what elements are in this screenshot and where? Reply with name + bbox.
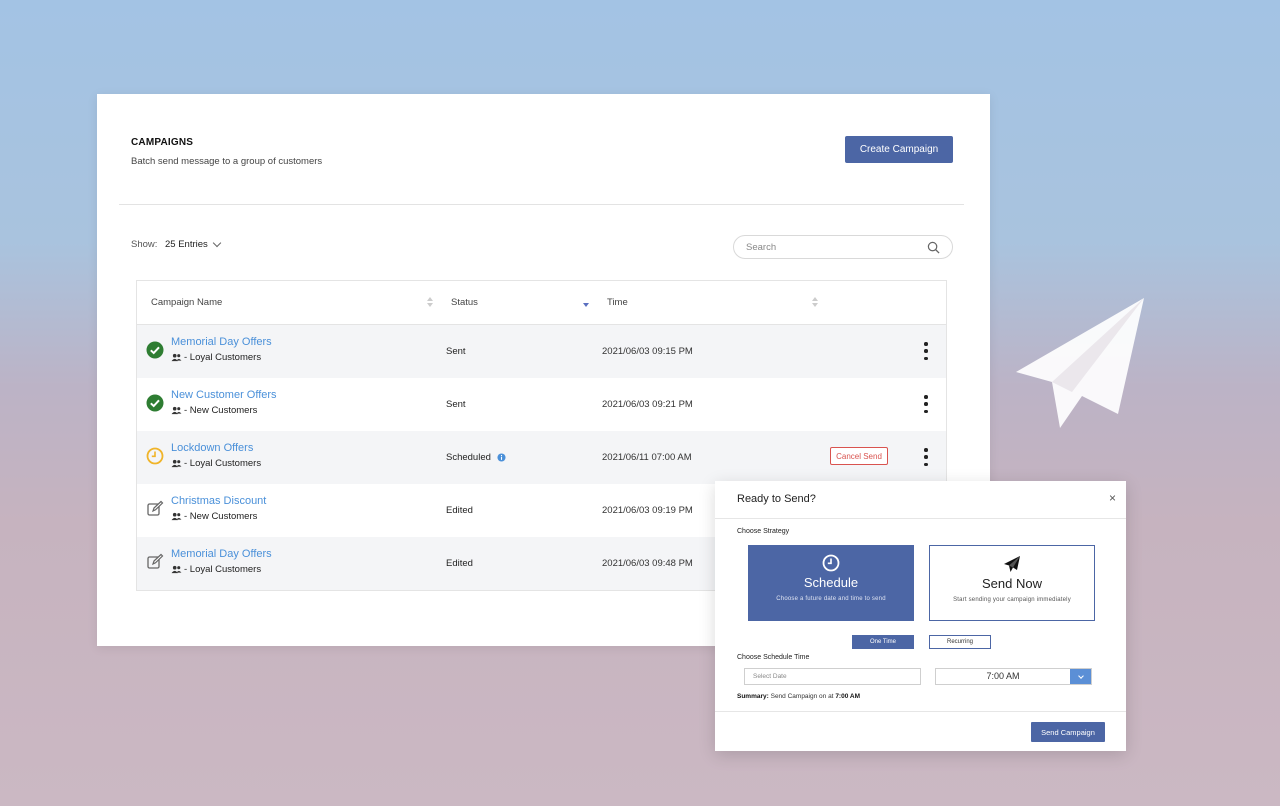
strategy-title: Schedule	[803, 575, 859, 590]
tab-one-time[interactable]: One Time	[852, 635, 914, 649]
more-options-icon[interactable]	[922, 395, 930, 413]
table-header: Campaign Name Status Time	[137, 281, 946, 325]
page-title: CAMPAIGNS	[131, 137, 194, 148]
summary-prefix: Summary:	[737, 693, 769, 700]
summary-text: Summary: Send Campaign on at 7:00 AM	[737, 693, 860, 700]
info-icon[interactable]	[497, 453, 506, 462]
clock-icon	[146, 447, 164, 465]
cancel-send-button[interactable]: Cancel Send	[830, 447, 888, 465]
entries-value: 25 Entries	[165, 239, 208, 250]
strategy-schedule-option[interactable]: Schedule Choose a future date and time t…	[748, 545, 914, 621]
users-icon	[171, 406, 182, 415]
campaign-group: - New Customers	[171, 405, 257, 416]
table-row: New Customer Offers - New Customers Sent…	[137, 378, 946, 431]
table-row: Lockdown Offers - Loyal Customers Schedu…	[137, 431, 946, 484]
chevron-down-icon[interactable]	[1070, 669, 1091, 684]
campaign-name-link[interactable]: Memorial Day Offers	[171, 548, 272, 560]
create-campaign-button[interactable]: Create Campaign	[845, 136, 953, 163]
status-text: Sent	[446, 399, 466, 410]
paper-plane-icon	[1004, 556, 1020, 572]
column-header-status[interactable]: Status	[451, 297, 478, 308]
search-icon[interactable]	[927, 241, 940, 254]
page-subtitle: Batch send message to a group of custome…	[131, 156, 323, 167]
time-text: 2021/06/11 07:00 AM	[602, 452, 692, 463]
group-label: - New Customers	[184, 405, 258, 416]
summary-time: 7:00 AM	[835, 693, 860, 700]
tab-recurring[interactable]: Recurring	[929, 635, 991, 649]
more-options-icon[interactable]	[922, 448, 930, 466]
campaign-name-link[interactable]: Memorial Day Offers	[171, 336, 272, 348]
strategy-description: Start sending your campaign immediately	[953, 597, 1071, 603]
group-label: - Loyal Customers	[184, 564, 262, 575]
time-text: 2021/06/03 09:19 PM	[602, 505, 693, 516]
modal-title: Ready to Send?	[737, 493, 816, 505]
header-divider	[119, 204, 964, 205]
campaign-group: - Loyal Customers	[171, 458, 261, 469]
users-icon	[171, 459, 182, 468]
time-select[interactable]: 7:00 AM	[935, 668, 1092, 685]
paper-plane-background-icon	[1016, 298, 1144, 428]
status-text: Sent	[446, 346, 466, 357]
send-campaign-button[interactable]: Send Campaign	[1031, 722, 1105, 742]
search-input[interactable]	[746, 241, 927, 253]
users-icon	[171, 565, 182, 574]
search-box[interactable]	[733, 235, 953, 259]
sort-icon[interactable]	[427, 297, 433, 309]
users-icon	[171, 512, 182, 521]
close-icon[interactable]: ×	[1109, 491, 1116, 505]
time-value: 7:00 AM	[986, 671, 1020, 681]
more-options-icon[interactable]	[922, 342, 930, 360]
campaign-name-link[interactable]: Lockdown Offers	[171, 442, 253, 454]
sort-icon[interactable]	[812, 297, 818, 309]
modal-footer-divider	[715, 711, 1126, 712]
campaign-group: - New Customers	[171, 511, 257, 522]
status-text: Scheduled	[446, 452, 506, 463]
group-label: - Loyal Customers	[184, 458, 262, 469]
clock-icon	[822, 554, 840, 572]
status-text: Edited	[446, 558, 473, 569]
users-icon	[171, 353, 182, 362]
table-row: Memorial Day Offers - Loyal Customers Se…	[137, 325, 946, 378]
schedule-time-label: Choose Schedule Time	[737, 654, 810, 661]
edit-icon	[147, 553, 164, 569]
group-label: - New Customers	[184, 511, 258, 522]
status-text: Edited	[446, 505, 473, 516]
sort-desc-icon[interactable]	[583, 297, 589, 309]
campaign-name-link[interactable]: New Customer Offers	[171, 389, 277, 401]
column-header-campaign-name[interactable]: Campaign Name	[151, 297, 222, 308]
strategy-description: Choose a future date and time to send	[776, 596, 886, 602]
campaign-group: - Loyal Customers	[171, 564, 261, 575]
campaign-name-link[interactable]: Christmas Discount	[171, 495, 266, 507]
show-label: Show:	[131, 239, 158, 250]
campaign-group: - Loyal Customers	[171, 352, 261, 363]
check-circle-icon	[146, 394, 164, 412]
group-label: - Loyal Customers	[184, 352, 262, 363]
date-field[interactable]: Select Date	[744, 668, 921, 685]
check-circle-icon	[146, 341, 164, 359]
strategy-title: Send Now	[982, 576, 1042, 591]
time-text: 2021/06/03 09:15 PM	[602, 346, 693, 357]
modal-divider	[715, 518, 1126, 519]
strategy-label: Choose Strategy	[737, 528, 790, 535]
strategy-send-now-option[interactable]: Send Now Start sending your campaign imm…	[929, 545, 1095, 621]
time-text: 2021/06/03 09:48 PM	[602, 558, 693, 569]
entries-select[interactable]: 25 Entries	[165, 238, 222, 250]
column-header-time[interactable]: Time	[607, 297, 628, 308]
summary-body: Send Campaign on at	[770, 693, 834, 700]
time-text: 2021/06/03 09:21 PM	[602, 399, 693, 410]
ready-to-send-modal: Ready to Send? × Choose Strategy Schedul…	[715, 481, 1126, 751]
edit-icon	[147, 500, 164, 516]
chevron-down-icon	[212, 238, 222, 247]
